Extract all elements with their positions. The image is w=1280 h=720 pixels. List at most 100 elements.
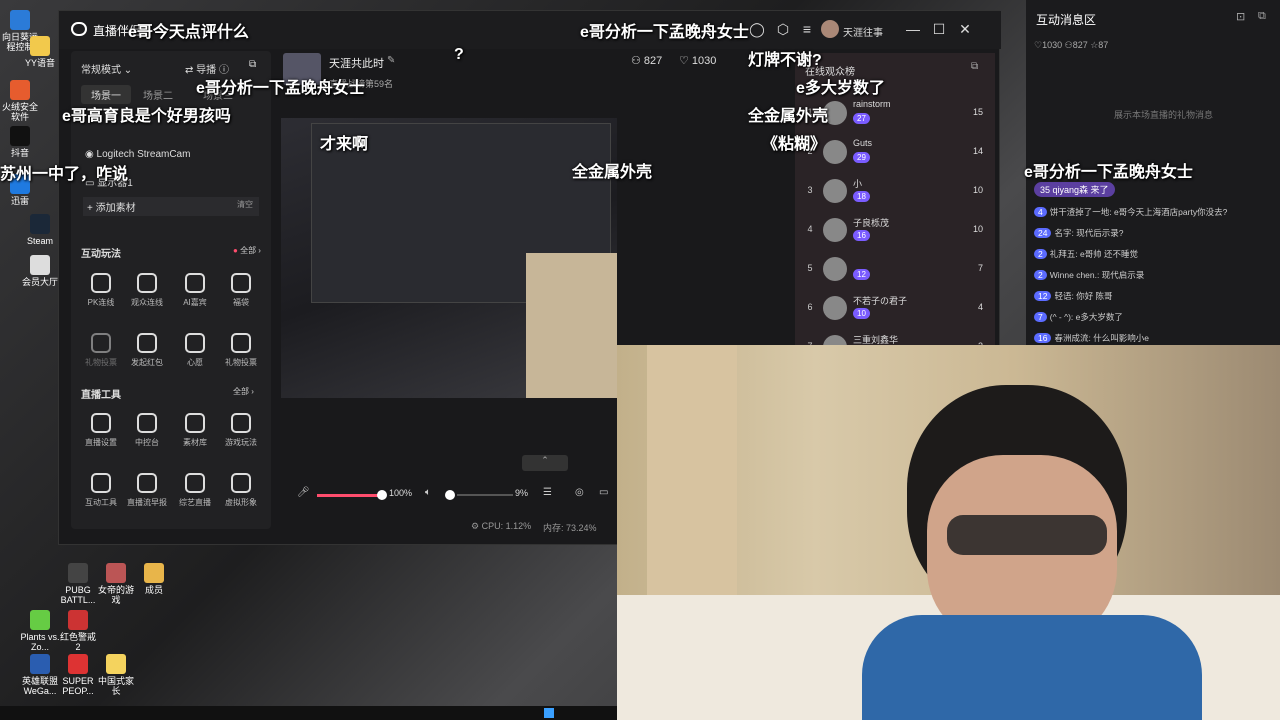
desktop-icon[interactable]: PUBG BATTL... bbox=[58, 563, 98, 605]
tool-control[interactable]: 中控台 bbox=[123, 413, 171, 448]
mixer-icon[interactable]: ☰ bbox=[543, 487, 552, 498]
danmaku-comment: e多大岁数了 bbox=[796, 80, 885, 97]
chat-message: 4 饼干渣掉了一地: e哥今天上海酒店party你没去? bbox=[1034, 206, 1274, 218]
screen-icon[interactable]: ▭ bbox=[599, 487, 608, 498]
rank-row[interactable]: 4 子良栎茂 16 10 bbox=[795, 214, 995, 250]
mic-slider[interactable] bbox=[317, 494, 381, 497]
chat-text: (^ - ^): e多大岁数了 bbox=[1049, 312, 1123, 322]
tool-game[interactable]: 游戏玩法 bbox=[217, 413, 265, 448]
chat-text: 春洲成流: 什么叫影响小e bbox=[1054, 333, 1149, 343]
desktop-icon[interactable]: Steam bbox=[20, 214, 60, 246]
tab-scene-2[interactable]: 场景二 bbox=[143, 87, 173, 102]
interact-heading: 互动玩法 bbox=[81, 249, 121, 260]
tool-interact[interactable]: 互动工具 bbox=[77, 473, 125, 508]
danmaku-comment: e哥分析一下孟晚舟女士 bbox=[1024, 164, 1193, 181]
app-logo-icon bbox=[71, 22, 87, 36]
desktop-icon[interactable]: 女帝的游戏 bbox=[96, 563, 136, 605]
tools-all-link[interactable]: 全部 › bbox=[233, 386, 254, 397]
expand-button[interactable]: ⌃ bbox=[522, 455, 568, 471]
tool-pk[interactable]: PK连线 bbox=[77, 273, 125, 308]
avatar bbox=[823, 218, 847, 242]
desktop-icon[interactable]: Plants vs. Zo... bbox=[20, 610, 60, 652]
tool-settings[interactable]: 直播设置 bbox=[77, 413, 125, 448]
chat-message: 12 轻语: 你好 陈哥 bbox=[1034, 290, 1274, 302]
level-badge: 12 bbox=[853, 269, 870, 280]
danmaku-comment: 才来啊 bbox=[320, 136, 369, 153]
mode-select[interactable]: 常规模式 ⌄ bbox=[81, 61, 132, 76]
desktop-icon[interactable]: 成员 bbox=[134, 563, 174, 595]
rank-number: 4 bbox=[807, 224, 813, 234]
desktop-icon[interactable]: 红色警戒2 bbox=[58, 610, 98, 652]
popout-icon[interactable]: ⧉ bbox=[249, 59, 256, 70]
level-badge: 2 bbox=[1034, 249, 1047, 259]
danmaku-comment: 《粘糊》 bbox=[762, 136, 827, 153]
tool-gift-vote-2[interactable]: 礼物投票 bbox=[217, 333, 265, 368]
tool-gift-vote[interactable]: 礼物投票 bbox=[77, 333, 125, 368]
chat-text: 名字: 现代后示录? bbox=[1054, 228, 1124, 238]
close-button[interactable]: ✕ bbox=[957, 21, 973, 37]
chat-message: 24 名字: 现代后示录? bbox=[1034, 227, 1274, 239]
desktop-icon[interactable]: 火绒安全软件 bbox=[0, 80, 40, 122]
add-source-button[interactable]: + 添加素材 bbox=[83, 197, 259, 216]
tool-audience-link[interactable]: 观众连线 bbox=[123, 273, 171, 308]
danmaku-comment: ? bbox=[454, 46, 464, 63]
mic-icon[interactable]: 🎤︎ bbox=[297, 487, 310, 498]
rank-row[interactable]: 5 12 7 bbox=[795, 253, 995, 289]
cpu-status: ⚙ CPU: 1.12% bbox=[471, 521, 532, 531]
record-icon[interactable]: ◎ bbox=[575, 487, 584, 498]
maximize-button[interactable]: ☐ bbox=[931, 21, 947, 37]
rank-name: rainstorm bbox=[853, 99, 891, 109]
lock-icon[interactable]: ⊡ bbox=[1236, 10, 1245, 23]
tool-assets[interactable]: 素材库 bbox=[171, 413, 219, 448]
tool-wish[interactable]: 心愿 bbox=[171, 333, 219, 368]
rank-score: 7 bbox=[977, 263, 983, 273]
avatar[interactable] bbox=[821, 20, 839, 38]
stream-preview[interactable] bbox=[281, 118, 617, 398]
chat-title: 互动消息区 bbox=[1036, 13, 1097, 27]
menu-icon[interactable]: ≡ bbox=[799, 21, 815, 37]
speaker-icon[interactable]: 🔈︎ bbox=[425, 487, 431, 498]
popout-icon[interactable]: ⧉ bbox=[971, 61, 978, 72]
tools-heading: 直播工具 bbox=[81, 390, 121, 401]
clear-button[interactable]: 清空 bbox=[237, 199, 253, 210]
chat-icon[interactable]: ◯ bbox=[749, 21, 765, 37]
desktop-icon[interactable]: 会员大厅 bbox=[20, 255, 60, 287]
danmaku-comment: 全金属外壳 bbox=[748, 108, 829, 125]
chat-message: 2 礼拜五: e哥帅 还不睡觉 bbox=[1034, 248, 1274, 260]
audio-bar: 🎤︎ 100% 🔈︎ 9% ☰ ◎ ▭ bbox=[281, 481, 617, 511]
rank-row[interactable]: 6 不若子の君子 10 4 bbox=[795, 292, 995, 328]
start-icon[interactable] bbox=[544, 708, 554, 718]
tool-stream-report[interactable]: 直播流早报 bbox=[123, 473, 171, 508]
mic-slider-handle[interactable] bbox=[377, 490, 387, 500]
tool-ai-guest[interactable]: AI嘉宾 bbox=[171, 273, 219, 308]
edit-icon[interactable]: ✎ bbox=[387, 55, 395, 66]
desktop-icon[interactable]: 抖音 bbox=[0, 126, 40, 158]
desktop-icon[interactable]: 英雄联盟WeGa... bbox=[20, 654, 60, 696]
desktop-icon[interactable]: 中国式家长 bbox=[96, 654, 136, 696]
desktop-icon[interactable]: YY语音 bbox=[20, 36, 60, 68]
level-badge: 16 bbox=[1034, 333, 1052, 343]
rank-score: 15 bbox=[972, 107, 983, 117]
tool-avatar[interactable]: 虚拟形象 bbox=[217, 473, 265, 508]
tool-lucky-bag[interactable]: 福袋 bbox=[217, 273, 265, 308]
chat-stats: ♡1030 ⚇827 ☆87 bbox=[1034, 40, 1109, 50]
level-badge: 12 bbox=[1034, 291, 1052, 301]
speaker-volume: 9% bbox=[515, 488, 529, 498]
speaker-slider[interactable] bbox=[457, 494, 513, 496]
chat-message: 2 Winne chen.: 现代启示录 bbox=[1034, 269, 1274, 281]
box-icon[interactable]: ⬡ bbox=[775, 21, 791, 37]
avatar bbox=[823, 296, 847, 320]
interact-all-link[interactable]: ● 全部 › bbox=[233, 245, 261, 256]
rank-row[interactable]: 3 小 18 10 bbox=[795, 175, 995, 211]
mem-status: 内存: 73.24% bbox=[543, 523, 597, 533]
desktop-icon[interactable]: SUPER PEOP... bbox=[58, 654, 98, 696]
tool-variety[interactable]: 综艺直播 bbox=[171, 473, 219, 508]
viewer-count: ⚇ 827 bbox=[631, 55, 663, 67]
popout-icon[interactable]: ⧉ bbox=[1258, 10, 1266, 23]
source-item[interactable]: ◉ Logitech StreamCam bbox=[85, 149, 190, 160]
tool-red-packet[interactable]: 发起红包 bbox=[123, 333, 171, 368]
minimize-button[interactable]: — bbox=[905, 21, 921, 37]
speaker-slider-handle[interactable] bbox=[445, 490, 455, 500]
curtain bbox=[647, 345, 737, 605]
avatar bbox=[823, 257, 847, 281]
